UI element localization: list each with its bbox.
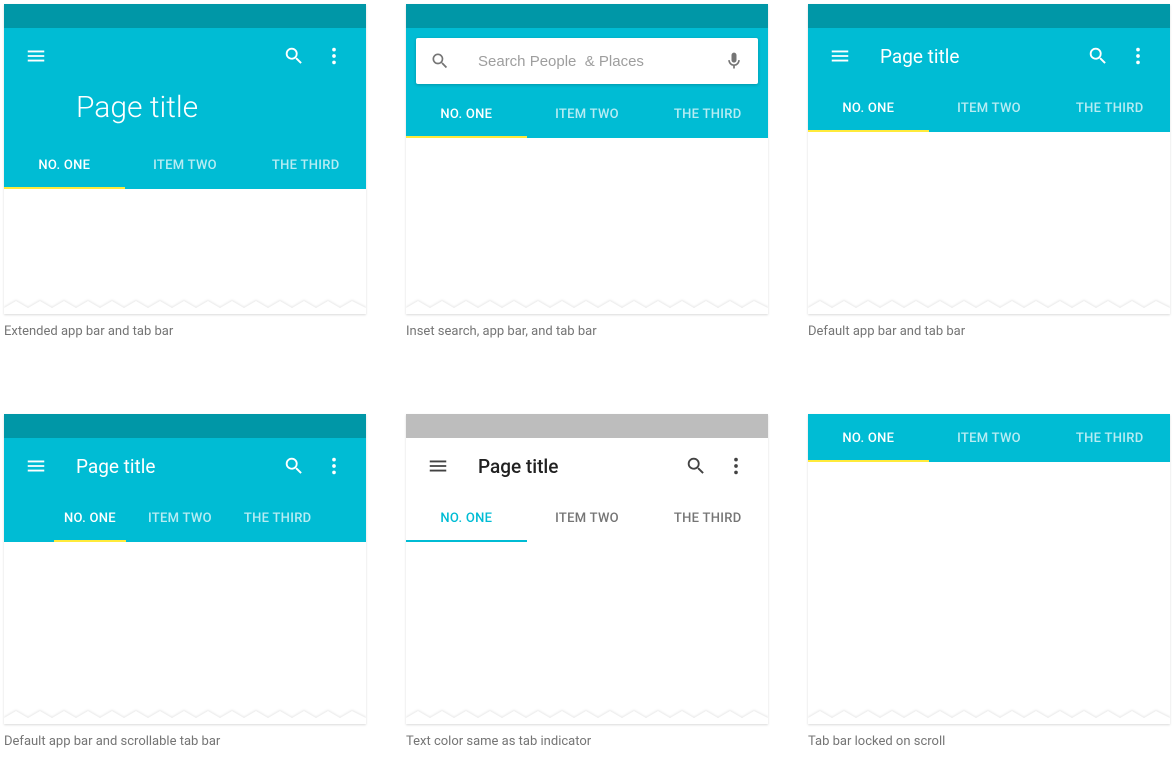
panel-extended-appbar: Page title NO. ONE ITEM TWO THE THIRD Ex…	[4, 4, 366, 344]
page-title: Page title	[880, 45, 1078, 68]
tab-bar: NO. ONE ITEM TWO THE THIRD	[808, 414, 1170, 462]
menu-icon[interactable]	[418, 446, 458, 486]
tab-one[interactable]: NO. ONE	[808, 84, 929, 132]
search-icon[interactable]	[1078, 36, 1118, 76]
panel-caption: Extended app bar and tab bar	[4, 324, 366, 339]
panel-inset-search: NO. ONE ITEM TWO THE THIRD Inset search,…	[406, 4, 768, 344]
search-icon[interactable]	[274, 36, 314, 76]
search-input[interactable]	[478, 53, 724, 70]
panel-light-tabs: Page title NO. ONE ITEM TWO THE THIRD	[406, 414, 768, 754]
content-area	[406, 138, 768, 314]
content-area	[406, 542, 768, 724]
status-bar	[406, 414, 768, 438]
tab-three[interactable]: THE THIRD	[245, 141, 366, 189]
content-area	[4, 542, 366, 724]
tab-bar: NO. ONE ITEM TWO THE THIRD	[406, 494, 768, 542]
panel-caption: Default app bar and scrollable tab bar	[4, 734, 366, 749]
panel-caption: Tab bar locked on scroll	[808, 734, 1170, 749]
page-title: Page title	[76, 455, 274, 478]
more-icon[interactable]	[1118, 36, 1158, 76]
search-icon[interactable]	[676, 446, 716, 486]
tab-two[interactable]: ITEM TWO	[527, 90, 648, 138]
search-box[interactable]	[416, 38, 758, 84]
tab-bar: NO. ONE ITEM TWO THE THIRD	[4, 141, 366, 189]
panel-scrollable-tabs: Page title NO. ONE ITEM TWO THE THIRD De…	[4, 414, 366, 754]
panel-default-appbar: Page title NO. ONE ITEM TWO THE THIRD	[808, 4, 1170, 344]
tab-two[interactable]: ITEM TWO	[148, 494, 212, 542]
tab-three[interactable]: THE THIRD	[647, 494, 768, 542]
content-area	[808, 132, 1170, 314]
tab-three[interactable]: THE THIRD	[244, 494, 312, 542]
panel-caption: Inset search, app bar, and tab bar	[406, 324, 768, 339]
status-bar	[808, 4, 1170, 28]
search-icon[interactable]	[274, 446, 314, 486]
tab-bar: NO. ONE ITEM TWO THE THIRD	[406, 90, 768, 138]
tab-one[interactable]: NO. ONE	[808, 414, 929, 462]
panel-caption: Default app bar and tab bar	[808, 324, 1170, 339]
panel-caption: Text color same as tab indicator	[406, 734, 768, 749]
tab-one[interactable]: NO. ONE	[406, 494, 527, 542]
more-icon[interactable]	[314, 36, 354, 76]
tab-three[interactable]: THE THIRD	[647, 90, 768, 138]
tab-three[interactable]: THE THIRD	[1049, 84, 1170, 132]
panel-locked-tabs: NO. ONE ITEM TWO THE THIRD Tab bar locke…	[808, 414, 1170, 754]
status-bar	[4, 4, 366, 28]
content-area	[4, 189, 366, 314]
status-bar	[4, 414, 366, 438]
app-bar: Page title	[4, 28, 366, 141]
menu-icon[interactable]	[16, 36, 56, 76]
tab-one[interactable]: NO. ONE	[406, 90, 527, 138]
tab-two[interactable]: ITEM TWO	[929, 84, 1050, 132]
page-title: Page title	[478, 455, 676, 478]
menu-icon[interactable]	[820, 36, 860, 76]
app-bar: Page title	[406, 438, 768, 494]
menu-icon[interactable]	[16, 446, 56, 486]
more-icon[interactable]	[716, 446, 756, 486]
mic-icon[interactable]	[724, 51, 744, 71]
page-title: Page title	[4, 84, 366, 141]
tab-one[interactable]: NO. ONE	[4, 141, 125, 189]
app-bar: Page title	[808, 28, 1170, 84]
content-area	[808, 462, 1170, 724]
tab-one[interactable]: NO. ONE	[64, 494, 116, 542]
status-bar	[406, 4, 768, 28]
tab-bar-scrollable[interactable]: NO. ONE ITEM TWO THE THIRD	[4, 494, 366, 542]
app-bar: Page title	[4, 438, 366, 494]
search-icon	[430, 51, 450, 71]
tab-two[interactable]: ITEM TWO	[527, 494, 648, 542]
tab-three[interactable]: THE THIRD	[1049, 414, 1170, 462]
tab-two[interactable]: ITEM TWO	[125, 141, 246, 189]
tab-bar: NO. ONE ITEM TWO THE THIRD	[808, 84, 1170, 132]
more-icon[interactable]	[314, 446, 354, 486]
tab-two[interactable]: ITEM TWO	[929, 414, 1050, 462]
